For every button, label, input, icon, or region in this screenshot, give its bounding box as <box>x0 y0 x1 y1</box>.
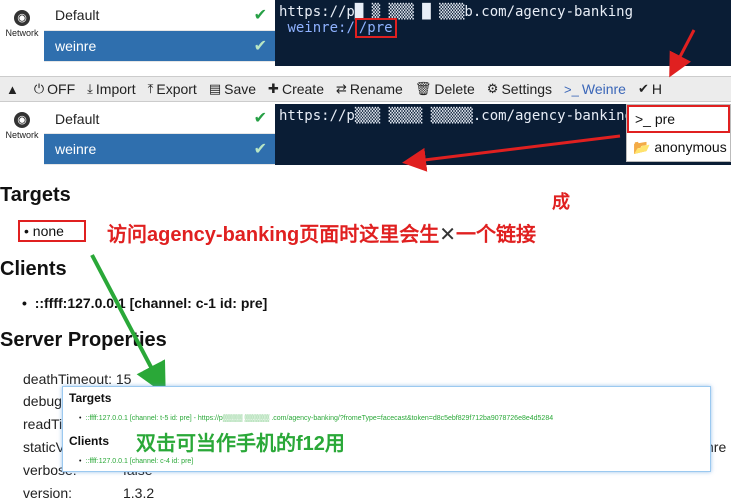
off-button[interactable]: ⏻ OFF <box>28 81 81 97</box>
power-icon: ⏻ <box>33 81 45 96</box>
terminal-icon: >_ <box>564 81 579 97</box>
profile-item-weinre[interactable]: weinre ✔ <box>44 31 275 62</box>
save-button[interactable]: ▤ Save <box>203 81 262 97</box>
property-key: debug <box>23 393 62 409</box>
popup-clients-heading: Clients <box>69 434 110 448</box>
export-icon: ⤒ <box>147 81 154 96</box>
profile-item-default[interactable]: Default ✔ <box>44 104 275 134</box>
export-button[interactable]: ⤒ Export <box>142 81 203 97</box>
option-label: anonymous <box>654 139 727 155</box>
dropdown-option-anonymous[interactable]: 📂 anonymous <box>627 133 730 161</box>
terminal-icon: >_ <box>635 111 651 127</box>
profile-label: weinre <box>55 141 97 157</box>
green-arrow-to-popup <box>90 254 166 396</box>
rename-label: Rename <box>349 81 403 97</box>
globe-icon: ◉ <box>14 112 30 128</box>
property-row: deathTimeout: 15 <box>23 371 131 387</box>
targets-item: • none <box>18 220 86 242</box>
red-annotation: 访问agency-banking页面时这里会生✕一个链接 <box>107 224 537 246</box>
profile-label: Default <box>55 7 100 23</box>
client-item-text: ::ffff:127.0.0.1 [channel: c-1 id: pre] <box>34 295 268 311</box>
weinre-label: Weinre <box>581 81 626 97</box>
profile-list-top: Default ✔ weinre ✔ <box>44 0 275 62</box>
import-icon: ⤓ <box>87 81 93 96</box>
weinre-cmd-prefix: weinre:/ <box>287 20 355 36</box>
help-label: H <box>651 81 662 97</box>
check-icon: ✔ <box>253 7 267 24</box>
popup-targets-heading: Targets <box>69 391 112 405</box>
property-key: staticV <box>23 439 66 455</box>
terminal-url: https://p▒▒▒ ▒▒▒▒ ▒▒▒▒▒.com/agency-banki… <box>279 108 634 124</box>
chevron-up-icon: ▲ <box>6 81 19 97</box>
network-label: Network <box>5 28 39 38</box>
save-label: Save <box>224 81 257 97</box>
hosts-editor-top[interactable]: https://p█ ▒ ▒▒▒ █ ▒▒▒b.com/agency-banki… <box>275 0 731 66</box>
check-icon: ✔ <box>253 110 267 127</box>
client-item[interactable]: • ::ffff:127.0.0.1 [channel: c-1 id: pre… <box>22 295 267 311</box>
property-row: version: 1.3.2 <box>23 485 154 501</box>
clients-heading: Clients <box>0 258 67 280</box>
check-icon: ✔ <box>637 81 649 96</box>
trash-icon: 🗑 <box>414 81 432 96</box>
red-annotation-tail: 一个链接 <box>456 224 537 246</box>
export-label: Export <box>156 81 197 97</box>
property-row: staticV <box>23 439 65 455</box>
network-tab-top[interactable]: ◉ Network <box>0 4 44 66</box>
save-icon: ▤ <box>208 81 222 96</box>
globe-icon: ◉ <box>14 10 30 26</box>
terminal-url: https://p█ ▒ ▒▒▒ █ ▒▒▒b.com/agency-banki… <box>279 4 634 20</box>
check-icon: ✔ <box>253 141 267 158</box>
option-label: pre <box>654 111 676 127</box>
gear-icon: ⚙ <box>486 81 499 96</box>
settings-button[interactable]: ⚙ Settings <box>481 81 558 97</box>
property-row: debug <box>23 393 62 409</box>
property-value: 15 <box>115 371 132 387</box>
dropdown-option-pre[interactable]: >_ pre <box>627 105 730 133</box>
profile-label: weinre <box>55 38 97 54</box>
create-button[interactable]: ✚ Create <box>262 81 330 97</box>
profile-list: Default ✔ weinre ✔ <box>44 104 275 165</box>
rename-icon: ⇄ <box>335 81 347 96</box>
network-tab[interactable]: ◉ Network <box>0 104 44 162</box>
off-label: OFF <box>47 81 76 97</box>
import-button[interactable]: ⤓ Import <box>81 81 141 97</box>
server-properties-heading: Server Properties <box>0 329 167 351</box>
targets-item-text: none <box>32 223 64 239</box>
profile-label: Default <box>55 111 100 127</box>
property-row: readTi <box>23 416 62 432</box>
targets-heading: Targets <box>0 184 71 206</box>
weinre-button[interactable]: >_ Weinre <box>558 81 632 97</box>
plus-icon: ✚ <box>268 81 279 96</box>
collapse-button[interactable]: ▲ <box>0 82 28 97</box>
rename-button[interactable]: ⇄ Rename <box>330 81 409 97</box>
weinre-dropdown: >_ pre 📂 anonymous <box>626 104 731 162</box>
popup-target-link[interactable]: ::ffff:127.0.0.1 [channel: t-5 id: pre] … <box>79 415 553 422</box>
property-key: deathTimeout: <box>23 371 112 387</box>
property-key: version: <box>23 485 73 501</box>
check-icon: ✔ <box>253 38 267 55</box>
network-label: Network <box>5 130 39 140</box>
delete-label: Delete <box>434 81 475 97</box>
red-annotation-text: 访问agency-banking页面时这里会生 <box>107 224 440 246</box>
create-label: Create <box>281 81 324 97</box>
green-annotation: 双击可当作手机的f12用 <box>136 433 345 455</box>
profile-item-weinre[interactable]: weinre ✔ <box>44 134 275 165</box>
import-label: Import <box>95 81 136 97</box>
folder-icon: 📂 <box>633 139 651 155</box>
settings-label: Settings <box>501 81 553 97</box>
property-value: 1.3.2 <box>123 485 155 501</box>
profile-item-default[interactable]: Default ✔ <box>44 0 275 31</box>
red-annotation-small: 成 <box>552 192 570 212</box>
popup-client-item[interactable]: ::ffff:127.0.0.1 [channel: c-4 id: pre] <box>79 458 193 465</box>
help-button[interactable]: ✔ H <box>632 81 668 97</box>
toolbar: ▲ ⏻ OFF ⤓ Import ⤒ Export ▤ Save ✚ Create ⇄ Re… <box>0 76 731 102</box>
weinre-cmd-highlight: /pre <box>354 18 397 38</box>
property-key: readTi <box>23 416 63 432</box>
delete-button[interactable]: 🗑 Delete <box>409 81 481 97</box>
